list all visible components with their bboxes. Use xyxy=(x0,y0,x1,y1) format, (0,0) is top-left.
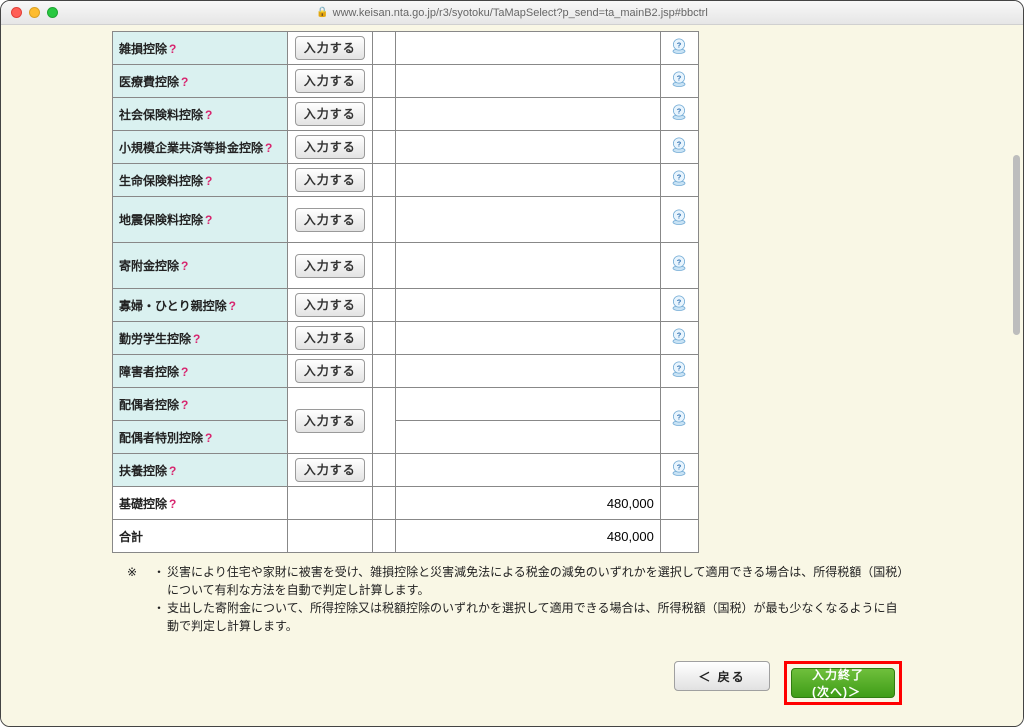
help-mark-icon[interactable]: ? xyxy=(181,75,188,89)
help-icon[interactable]: ? xyxy=(670,103,688,121)
app-window: 🔒 www.keisan.nta.go.jp/r3/syotoku/TaMapS… xyxy=(0,0,1024,727)
notes-block: ※ ・ 災害により住宅や家財に被害を受け、雑損控除と災害減免法による税金の減免の… xyxy=(127,563,907,635)
help-icon[interactable]: ? xyxy=(670,409,688,427)
row-label: 寄附金控除? xyxy=(113,243,288,289)
input-button[interactable]: 入力する xyxy=(295,102,365,126)
scrollbar-thumb[interactable] xyxy=(1013,155,1020,335)
row-label-kiso: 基礎控除? xyxy=(113,487,288,520)
help-mark-icon[interactable]: ? xyxy=(205,213,212,227)
help-mark-icon[interactable]: ? xyxy=(265,141,272,155)
help-icon[interactable]: ? xyxy=(670,360,688,378)
help-icon[interactable]: ? xyxy=(670,254,688,272)
next-button[interactable]: 入力終了(次へ)＞ xyxy=(791,668,895,698)
help-icon[interactable]: ? xyxy=(670,169,688,187)
help-icon[interactable]: ? xyxy=(670,136,688,154)
help-mark-icon[interactable]: ? xyxy=(169,42,176,56)
row-label: 雑損控除? xyxy=(113,32,288,65)
input-button[interactable]: 入力する xyxy=(295,36,365,60)
svg-text:?: ? xyxy=(677,212,682,221)
row-label: 地震保険料控除? xyxy=(113,197,288,243)
row-label: 生命保険料控除? xyxy=(113,164,288,197)
title-bar: 🔒 www.keisan.nta.go.jp/r3/syotoku/TaMapS… xyxy=(1,1,1023,25)
svg-text:?: ? xyxy=(677,172,682,181)
note-2: 支出した寄附金について、所得控除又は税額控除のいずれかを選択して適用できる場合は… xyxy=(167,599,907,635)
zoom-icon[interactable] xyxy=(47,7,58,18)
svg-text:?: ? xyxy=(677,330,682,339)
svg-text:?: ? xyxy=(677,106,682,115)
back-button[interactable]: ＜ 戻る xyxy=(674,661,770,691)
svg-text:?: ? xyxy=(677,413,682,422)
close-icon[interactable] xyxy=(11,7,22,18)
svg-text:?: ? xyxy=(677,462,682,471)
address-url: www.keisan.nta.go.jp/r3/syotoku/TaMapSel… xyxy=(333,7,708,19)
input-button[interactable]: 入力する xyxy=(295,409,365,433)
input-button[interactable]: 入力する xyxy=(295,326,365,350)
help-mark-icon[interactable]: ? xyxy=(181,259,188,273)
help-icon[interactable]: ? xyxy=(670,37,688,55)
help-mark-icon[interactable]: ? xyxy=(205,431,212,445)
input-button[interactable]: 入力する xyxy=(295,208,365,232)
value-total: 480,000 xyxy=(395,520,660,553)
input-button[interactable]: 入力する xyxy=(295,168,365,192)
help-mark-icon[interactable]: ? xyxy=(169,497,176,511)
help-icon[interactable]: ? xyxy=(670,294,688,312)
help-icon[interactable]: ? xyxy=(670,459,688,477)
help-mark-icon[interactable]: ? xyxy=(181,365,188,379)
svg-text:?: ? xyxy=(677,73,682,82)
help-mark-icon[interactable]: ? xyxy=(181,398,188,412)
row-label: 寡婦・ひとり親控除? xyxy=(113,289,288,322)
input-button[interactable]: 入力する xyxy=(295,69,365,93)
input-button[interactable]: 入力する xyxy=(295,135,365,159)
svg-text:?: ? xyxy=(677,139,682,148)
help-mark-icon[interactable]: ? xyxy=(169,464,176,478)
minimize-icon[interactable] xyxy=(29,7,40,18)
help-icon[interactable]: ? xyxy=(670,70,688,88)
next-button-highlight: 入力終了(次へ)＞ xyxy=(784,661,902,705)
value-kiso: 480,000 xyxy=(395,487,660,520)
help-mark-icon[interactable]: ? xyxy=(229,299,236,313)
input-button[interactable]: 入力する xyxy=(295,254,365,278)
row-label: 小規模企業共済等掛金控除? xyxy=(113,131,288,164)
row-label: 医療費控除? xyxy=(113,65,288,98)
row-label: 社会保険料控除? xyxy=(113,98,288,131)
input-button[interactable]: 入力する xyxy=(295,458,365,482)
row-label-total: 合計 xyxy=(113,520,288,553)
row-label-spouse2: 配偶者特別控除? xyxy=(113,421,288,454)
page-content: 雑損控除?入力する?医療費控除?入力する?社会保険料控除?入力する?小規模企業共… xyxy=(1,25,1023,726)
row-label: 障害者控除? xyxy=(113,355,288,388)
input-cell-spouse: 入力する xyxy=(287,388,372,454)
input-button[interactable]: 入力する xyxy=(295,359,365,383)
nav-button-bar: ＜ 戻る 入力終了(次へ)＞ xyxy=(112,661,912,705)
svg-text:?: ? xyxy=(677,258,682,267)
lock-icon: 🔒 xyxy=(316,7,328,18)
row-label: 勤労学生控除? xyxy=(113,322,288,355)
note-1: 災害により住宅や家財に被害を受け、雑損控除と災害減免法による税金の減免のいずれか… xyxy=(167,563,907,599)
svg-text:?: ? xyxy=(677,297,682,306)
row-label-fuyo: 扶養控除? xyxy=(113,454,288,487)
help-icon[interactable]: ? xyxy=(670,208,688,226)
help-mark-icon[interactable]: ? xyxy=(205,174,212,188)
row-label-spouse1: 配偶者控除? xyxy=(113,388,288,421)
help-mark-icon[interactable]: ? xyxy=(205,108,212,122)
input-button[interactable]: 入力する xyxy=(295,293,365,317)
svg-text:?: ? xyxy=(677,40,682,49)
help-icon[interactable]: ? xyxy=(670,327,688,345)
deduction-table: 雑損控除?入力する?医療費控除?入力する?社会保険料控除?入力する?小規模企業共… xyxy=(112,31,699,553)
window-controls xyxy=(11,7,58,18)
help-mark-icon[interactable]: ? xyxy=(193,332,200,346)
svg-text:?: ? xyxy=(677,363,682,372)
